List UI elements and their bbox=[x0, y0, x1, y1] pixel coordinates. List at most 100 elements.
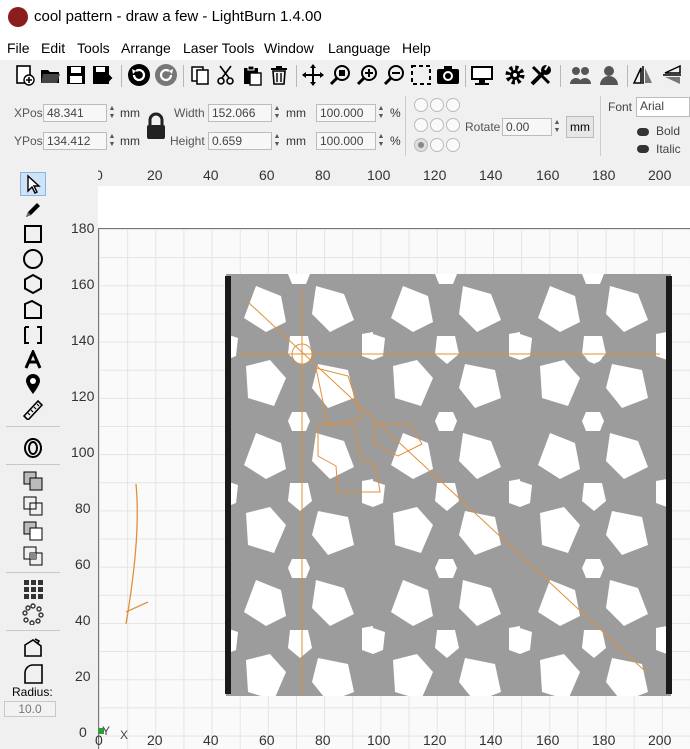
menu-file[interactable]: File bbox=[7, 40, 30, 56]
ypos-unit: mm bbox=[120, 134, 140, 148]
anchor-bottom-right[interactable] bbox=[446, 138, 460, 152]
top-ruler-label: 100 bbox=[367, 167, 391, 183]
height-spinner[interactable]: ▲ ▼ bbox=[272, 133, 282, 151]
settings-icon[interactable] bbox=[503, 63, 527, 87]
italic-label: Italic bbox=[656, 142, 681, 156]
anchor-top-left[interactable] bbox=[414, 98, 428, 112]
save-as-icon[interactable] bbox=[90, 63, 114, 87]
location-tool-icon[interactable] bbox=[20, 372, 46, 396]
lock-icon[interactable] bbox=[144, 112, 168, 140]
tools-icon[interactable] bbox=[529, 63, 553, 87]
ypos-spinner[interactable]: ▲ ▼ bbox=[107, 133, 117, 151]
top-ruler: 0 20 40 60 80 100 120 140 160 180 200 bbox=[95, 160, 690, 186]
left-ruler-label: 180 bbox=[71, 220, 95, 236]
rectangle-tool-icon[interactable] bbox=[20, 222, 46, 246]
bold-toggle[interactable] bbox=[637, 128, 649, 136]
paste-icon[interactable] bbox=[240, 63, 264, 87]
weld-icon[interactable] bbox=[20, 469, 46, 493]
bottom-ruler-label: 140 bbox=[479, 732, 503, 748]
cut-icon[interactable] bbox=[214, 63, 238, 87]
freehand-curve[interactable] bbox=[125, 483, 149, 625]
xpos-field[interactable]: 48.341 bbox=[43, 104, 107, 122]
select-tool-icon[interactable] bbox=[20, 172, 46, 196]
menu-laser-tools[interactable]: Laser Tools bbox=[183, 40, 254, 56]
anchor-bottom-left[interactable] bbox=[414, 138, 428, 152]
bottom-ruler-label: 120 bbox=[423, 732, 447, 748]
menu-language[interactable]: Language bbox=[328, 40, 390, 56]
scale-width-spinner[interactable]: ▲ ▼ bbox=[376, 105, 386, 123]
zoom-in-icon[interactable] bbox=[355, 63, 379, 87]
measure-tool-icon[interactable] bbox=[20, 397, 46, 421]
menu-arrange[interactable]: Arrange bbox=[121, 40, 171, 56]
top-ruler-label: 60 bbox=[259, 167, 275, 183]
undo-icon[interactable] bbox=[127, 63, 151, 87]
scale-height-field[interactable]: 100.000 bbox=[316, 132, 376, 150]
italic-toggle[interactable] bbox=[637, 145, 649, 153]
flip-icon[interactable] bbox=[660, 63, 684, 87]
ellipse-tool-icon[interactable] bbox=[20, 247, 46, 271]
camera-icon[interactable] bbox=[436, 63, 460, 87]
position-tool-icon[interactable] bbox=[20, 298, 46, 322]
frame-select-icon[interactable] bbox=[409, 63, 433, 87]
offset-tool-icon[interactable] bbox=[20, 323, 46, 347]
width-field[interactable]: 152.066 bbox=[208, 104, 272, 122]
bottom-ruler-label: 200 bbox=[648, 732, 672, 748]
menu-edit[interactable]: Edit bbox=[41, 40, 65, 56]
scale-height-spinner[interactable]: ▲ ▼ bbox=[376, 133, 386, 151]
radius-field[interactable]: 10.0 bbox=[4, 701, 56, 717]
circular-array-icon[interactable] bbox=[20, 602, 46, 626]
copy-icon[interactable] bbox=[188, 63, 212, 87]
design-canvas[interactable]: Y X 0 20 40 60 80 100 120 140 160 180 20… bbox=[95, 186, 690, 749]
ypos-field[interactable]: 134.412 bbox=[43, 132, 107, 150]
rotate-spinner[interactable]: ▲ ▼ bbox=[552, 119, 562, 137]
xpos-unit: mm bbox=[120, 106, 140, 120]
boolean-subtract-icon[interactable] bbox=[20, 519, 46, 543]
anchor-middle-right[interactable] bbox=[446, 118, 460, 132]
width-spinner[interactable]: ▲ ▼ bbox=[272, 105, 282, 123]
zoom-selected-icon[interactable] bbox=[328, 63, 352, 87]
user-icon[interactable] bbox=[597, 63, 621, 87]
mirror-icon[interactable] bbox=[631, 63, 655, 87]
open-folder-icon[interactable] bbox=[38, 63, 62, 87]
rotate-field[interactable]: 0.00 bbox=[502, 118, 552, 136]
pencil-tool-icon[interactable] bbox=[20, 198, 46, 222]
zoom-out-icon[interactable] bbox=[382, 63, 406, 87]
delete-icon[interactable] bbox=[267, 63, 291, 87]
save-icon[interactable] bbox=[64, 63, 88, 87]
offset-shapes-icon[interactable] bbox=[20, 436, 46, 460]
new-file-icon[interactable] bbox=[12, 63, 36, 87]
boolean-intersect-icon[interactable] bbox=[20, 544, 46, 568]
units-toggle-button[interactable]: mm bbox=[566, 116, 594, 138]
height-field[interactable]: 0.659 bbox=[208, 132, 272, 150]
xpos-spinner[interactable]: ▲ ▼ bbox=[107, 105, 117, 123]
grid-array-icon[interactable] bbox=[20, 577, 46, 601]
menu-window[interactable]: Window bbox=[264, 40, 314, 56]
monitor-icon[interactable] bbox=[470, 63, 494, 87]
anchor-top-right[interactable] bbox=[446, 98, 460, 112]
axis-x-label: X bbox=[120, 728, 129, 742]
width-label: Width bbox=[174, 106, 205, 120]
lightburn-logo-icon bbox=[8, 7, 28, 27]
menu-tools[interactable]: Tools bbox=[77, 40, 110, 56]
anchor-center[interactable] bbox=[430, 118, 444, 132]
anchor-middle-left[interactable] bbox=[414, 118, 428, 132]
text-tool-icon[interactable] bbox=[20, 348, 46, 372]
left-ruler-label: 100 bbox=[71, 444, 95, 460]
anchor-bottom-center[interactable] bbox=[430, 138, 444, 152]
edit-nodes-icon[interactable] bbox=[20, 636, 46, 660]
redo-icon[interactable] bbox=[154, 63, 178, 87]
polygon-tool-icon[interactable] bbox=[20, 272, 46, 296]
boolean-union-icon[interactable] bbox=[20, 494, 46, 518]
bottom-ruler-label: 160 bbox=[536, 732, 560, 748]
corner-radius-icon[interactable] bbox=[20, 662, 46, 686]
bottom-ruler-label: 0 bbox=[95, 732, 103, 748]
scale-height-percent: % bbox=[390, 134, 401, 148]
left-ruler-label: 80 bbox=[75, 500, 91, 516]
font-select[interactable]: Arial bbox=[636, 97, 690, 117]
height-unit: mm bbox=[286, 134, 306, 148]
scale-width-field[interactable]: 100.000 bbox=[316, 104, 376, 122]
move-icon[interactable] bbox=[301, 63, 325, 87]
menu-help[interactable]: Help bbox=[402, 40, 431, 56]
group-icon[interactable] bbox=[569, 63, 593, 87]
anchor-top-center[interactable] bbox=[430, 98, 444, 112]
